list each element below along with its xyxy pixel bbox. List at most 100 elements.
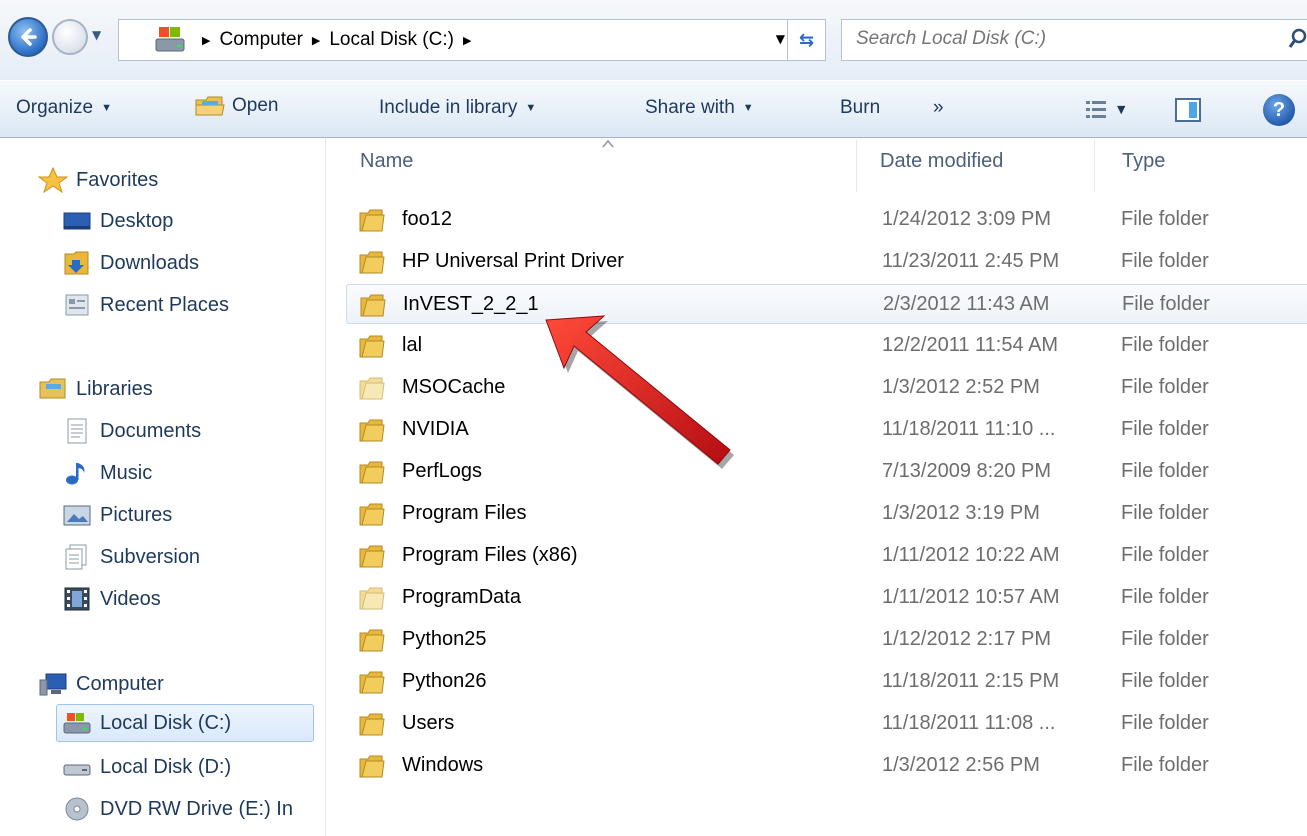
nav-music[interactable]: Music bbox=[62, 454, 152, 492]
file-date-modified: 12/2/2011 11:54 AM bbox=[882, 334, 1059, 356]
column-divider[interactable] bbox=[856, 140, 857, 192]
nav-local-disk-d[interactable]: Local Disk (D:) bbox=[62, 748, 231, 786]
folder-icon bbox=[359, 713, 385, 736]
nav-desktop-label: Desktop bbox=[100, 209, 174, 232]
column-divider[interactable] bbox=[1094, 140, 1095, 192]
nav-libraries[interactable]: Libraries bbox=[38, 370, 153, 408]
nav-computer[interactable]: Computer bbox=[38, 665, 164, 703]
file-name: PerfLogs bbox=[402, 460, 483, 482]
table-row[interactable]: Python25 1/12/2012 2:17 PM File folder bbox=[346, 620, 1307, 660]
preview-pane-icon[interactable] bbox=[1175, 98, 1201, 122]
nav-pictures[interactable]: Pictures bbox=[62, 496, 172, 534]
folder-icon bbox=[359, 461, 385, 484]
file-name: HP Universal Print Driver bbox=[402, 250, 624, 272]
local-disk-c-icon bbox=[62, 710, 92, 736]
file-type: File folder bbox=[1121, 544, 1209, 566]
column-header-type[interactable]: Type bbox=[1122, 150, 1165, 173]
nav-favorites-label: Favorites bbox=[76, 168, 159, 191]
breadcrumb-computer[interactable]: Computer bbox=[219, 29, 302, 51]
table-row[interactable]: HP Universal Print Driver 11/23/2011 2:45… bbox=[346, 242, 1307, 282]
refresh-button[interactable]: ⇆ bbox=[787, 20, 825, 60]
recent-pages-dropdown-icon[interactable]: ▼ bbox=[92, 28, 106, 42]
file-name: foo12 bbox=[402, 208, 453, 230]
desktop-icon bbox=[62, 208, 92, 234]
breadcrumb-local-disk-c[interactable]: Local Disk (C:) bbox=[329, 29, 454, 51]
help-icon[interactable]: ? bbox=[1263, 94, 1295, 126]
nav-favorites[interactable]: Favorites bbox=[37, 161, 159, 199]
nav-music-label: Music bbox=[100, 461, 153, 484]
nav-videos[interactable]: Videos bbox=[62, 580, 161, 618]
forward-button[interactable] bbox=[52, 19, 88, 55]
nav-downloads-label: Downloads bbox=[100, 251, 199, 274]
table-row[interactable]: Python26 11/18/2011 2:15 PM File folder bbox=[346, 662, 1307, 702]
back-button[interactable] bbox=[8, 17, 48, 57]
nav-subversion[interactable]: Subversion bbox=[62, 538, 200, 576]
file-name: lal bbox=[402, 334, 423, 356]
table-row[interactable]: foo12 1/24/2012 3:09 PM File folder bbox=[346, 200, 1307, 240]
table-row[interactable]: ProgramData 1/11/2012 10:57 AM File folder bbox=[346, 578, 1307, 618]
table-row[interactable]: lal 12/2/2011 11:54 AM File folder bbox=[346, 326, 1307, 366]
search-box[interactable] bbox=[841, 19, 1307, 61]
include-in-library-button[interactable]: Include in library ▼ bbox=[379, 97, 536, 119]
include-in-library-label: Include in library bbox=[379, 97, 518, 118]
nav-computer-label: Computer bbox=[76, 672, 164, 695]
address-bar: ▼ ▶ Computer ▶ Local Disk (C:) ▶ ▼ ⇆ bbox=[0, 0, 1307, 80]
table-row[interactable]: Windows 1/3/2012 2:56 PM File folder bbox=[346, 746, 1307, 786]
breadcrumb-separator-icon[interactable]: ▶ bbox=[463, 34, 471, 47]
folder-icon bbox=[359, 545, 385, 568]
nav-downloads[interactable]: Downloads bbox=[62, 244, 199, 282]
table-row[interactable]: Users 11/18/2011 11:08 ... File folder bbox=[346, 704, 1307, 744]
file-type: File folder bbox=[1121, 628, 1209, 650]
breadcrumb-separator-icon[interactable]: ▶ bbox=[202, 34, 210, 47]
more-commands-button[interactable]: » bbox=[933, 97, 944, 119]
dvd-drive-icon bbox=[62, 796, 92, 822]
nav-desktop[interactable]: Desktop bbox=[62, 202, 173, 240]
table-row[interactable]: MSOCache 1/3/2012 2:52 PM File folder bbox=[346, 368, 1307, 408]
table-row[interactable]: PerfLogs 7/13/2009 8:20 PM File folder bbox=[346, 452, 1307, 492]
nav-dvd-drive-label: DVD RW Drive (E:) In bbox=[100, 797, 293, 820]
chevron-down-icon: ▼ bbox=[101, 101, 112, 114]
change-view-icon[interactable] bbox=[1085, 98, 1107, 122]
column-header-date-modified[interactable]: Date modified bbox=[880, 150, 1003, 173]
nav-dvd-drive[interactable]: DVD RW Drive (E:) In bbox=[62, 790, 293, 828]
column-header-name[interactable]: Name bbox=[360, 150, 413, 173]
file-type: File folder bbox=[1121, 460, 1209, 482]
folder-icon bbox=[360, 294, 386, 317]
file-date-modified: 11/23/2011 2:45 PM bbox=[882, 250, 1060, 272]
file-type: File folder bbox=[1121, 208, 1209, 230]
file-date-modified: 11/18/2011 11:10 ... bbox=[882, 418, 1056, 440]
breadcrumb-separator-icon[interactable]: ▶ bbox=[312, 34, 320, 47]
nav-documents[interactable]: Documents bbox=[62, 412, 201, 450]
file-name: Program Files (x86) bbox=[402, 544, 578, 566]
nav-local-disk-c[interactable]: Local Disk (C:) bbox=[56, 704, 314, 742]
nav-videos-label: Videos bbox=[100, 587, 161, 610]
file-date-modified: 1/12/2012 2:17 PM bbox=[882, 628, 1052, 650]
file-type: File folder bbox=[1121, 712, 1209, 734]
folder-icon bbox=[359, 377, 385, 400]
file-type: File folder bbox=[1121, 376, 1209, 398]
music-icon bbox=[62, 460, 92, 486]
view-options-dropdown-icon[interactable]: ▼ bbox=[1117, 103, 1125, 116]
search-input[interactable] bbox=[856, 20, 1276, 58]
open-button[interactable]: Open bbox=[194, 94, 278, 118]
address-dropdown-icon[interactable]: ▼ bbox=[776, 32, 785, 46]
file-name: ProgramData bbox=[402, 586, 521, 608]
file-name: Python25 bbox=[402, 628, 487, 650]
file-date-modified: 11/18/2011 11:08 ... bbox=[882, 712, 1056, 734]
breadcrumb[interactable]: ▶ Computer ▶ Local Disk (C:) ▶ ▼ ⇆ bbox=[118, 19, 826, 61]
search-icon[interactable] bbox=[1288, 28, 1307, 50]
organize-button[interactable]: Organize ▼ bbox=[16, 97, 112, 119]
table-row[interactable]: InVEST_2_2_1 2/3/2012 11:43 AM File folder bbox=[346, 284, 1307, 324]
share-with-label: Share with bbox=[645, 97, 735, 118]
share-with-button[interactable]: Share with ▼ bbox=[645, 97, 754, 119]
table-row[interactable]: Program Files 1/3/2012 3:19 PM File folder bbox=[346, 494, 1307, 534]
file-name: Python26 bbox=[402, 670, 487, 692]
nav-libraries-label: Libraries bbox=[76, 377, 153, 400]
nav-recent-places[interactable]: Recent Places bbox=[62, 286, 229, 324]
file-date-modified: 1/11/2012 10:22 AM bbox=[882, 544, 1060, 566]
table-row[interactable]: Program Files (x86) 1/11/2012 10:22 AM Fil… bbox=[346, 536, 1307, 576]
burn-button[interactable]: Burn bbox=[840, 97, 880, 119]
folder-icon bbox=[359, 419, 385, 442]
nav-local-disk-c-label: Local Disk (C:) bbox=[100, 711, 232, 734]
table-row[interactable]: NVIDIA 11/18/2011 11:10 ... File folder bbox=[346, 410, 1307, 450]
